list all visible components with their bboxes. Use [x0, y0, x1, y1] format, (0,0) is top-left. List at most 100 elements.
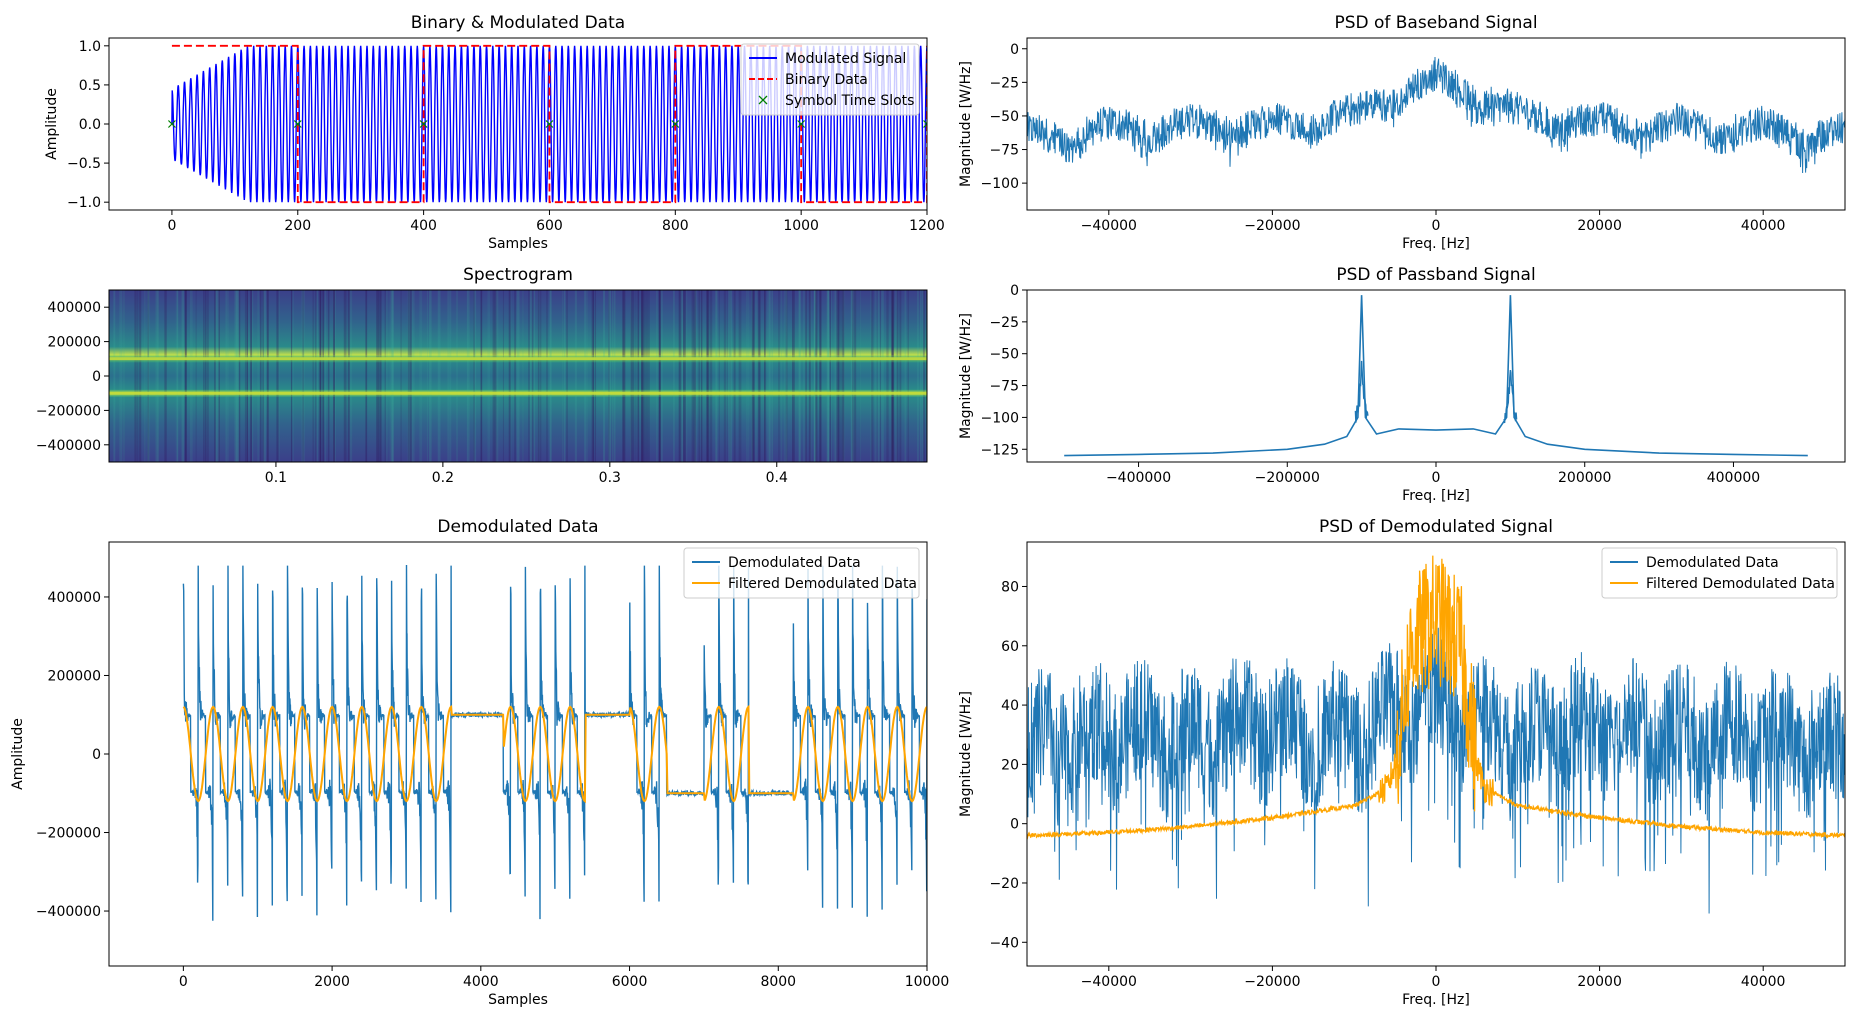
binary-modulated-ytick-label: −1.0 [67, 195, 101, 211]
binary-modulated-legend-label: Modulated Signal [785, 51, 906, 67]
spectrogram-title: Spectrogram [463, 265, 573, 285]
spectrogram-stripe [622, 290, 626, 462]
psd-demodulated-ytick-label: −40 [989, 935, 1019, 951]
spectrogram-stripe [859, 290, 861, 462]
spectrogram-stripe [694, 290, 697, 462]
spectrogram-stripe [218, 290, 220, 462]
spectrogram-stripe [647, 290, 650, 462]
spectrogram-stripe [195, 290, 197, 462]
spectrogram-stripe [302, 290, 304, 462]
psd-passband-ytick-label: −100 [981, 410, 1019, 426]
spectrogram-stripe [427, 290, 429, 462]
binary-modulated-ytick-label: −0.5 [67, 156, 101, 172]
spectrogram-stripe [327, 290, 330, 462]
psd-passband-xtick-label: 400000 [1707, 470, 1760, 486]
demodulated-ylabel: Amplitude [10, 718, 26, 790]
psd-baseband-xtick-label: −20000 [1244, 218, 1300, 234]
spectrogram-stripe [656, 290, 658, 462]
spectrogram-stripe [215, 290, 218, 462]
spectrogram-stripe [531, 290, 534, 462]
spectrogram-stripe [226, 290, 229, 462]
psd-demodulated-ytick-label: 40 [1001, 698, 1019, 714]
spectrogram-stripe [612, 290, 614, 462]
spectrogram-stripe [672, 290, 675, 462]
spectrogram-stripe [879, 290, 881, 462]
spectrogram-stripe [113, 290, 116, 462]
spectrogram-stripe [566, 290, 568, 462]
demodulated-title: Demodulated Data [437, 517, 598, 537]
spectrogram-stripe [290, 290, 293, 462]
psd-demodulated-ytick-label: 20 [1001, 757, 1019, 773]
spectrogram-stripe [466, 290, 468, 462]
spectrogram-stripe [726, 290, 728, 462]
spectrogram-stripe [437, 290, 441, 462]
psd-passband-xtick-label: 0 [1432, 470, 1441, 486]
spectrogram-stripe [810, 290, 812, 462]
spectrogram-stripe [584, 290, 587, 462]
spectrogram-stripe [134, 290, 137, 462]
spectrogram-stripe [562, 290, 563, 462]
binary-modulated-xtick-label: 1000 [783, 218, 819, 234]
spectrogram-stripe [829, 290, 831, 462]
demodulated-ytick-label: 400000 [48, 590, 101, 606]
spectrogram-stripe [751, 290, 753, 462]
spectrogram-stripe [691, 290, 694, 462]
spectrogram-stripe [700, 290, 703, 462]
spectrogram-stripe [802, 290, 805, 462]
spectrogram-stripe [400, 290, 402, 462]
spectrogram-stripe [316, 290, 318, 462]
spectrogram-stripe [805, 290, 807, 462]
psd-passband-ytick-label: −25 [989, 315, 1019, 331]
psd-demodulated-ytick-label: 0 [1010, 817, 1019, 833]
psd-baseband-xtick-label: 40000 [1741, 218, 1786, 234]
binary-modulated-ytick-label: 1.0 [79, 39, 101, 55]
binary-modulated-legend: Modulated Signal Binary Data Symbol Time S… [740, 43, 920, 116]
spectrogram-stripe [641, 290, 643, 462]
spectrogram-stripe [920, 290, 922, 462]
psd-baseband-xtick-label: −40000 [1081, 218, 1137, 234]
psd-demodulated-xtick-label: −40000 [1081, 974, 1137, 990]
spectrogram-stripe [637, 290, 640, 462]
spectrogram-stripe [549, 290, 552, 462]
spectrogram-stripe [643, 290, 646, 462]
spectrogram-stripe [407, 290, 411, 462]
spectrogram-stripe [449, 290, 452, 462]
spectrogram-stripe [122, 290, 125, 462]
psd-passband-title: PSD of Passband Signal [1336, 265, 1535, 285]
spectrogram-stripe [391, 290, 394, 462]
spectrogram-stripe [447, 290, 450, 462]
psd-passband-ylabel: Magnitude [W/Hz] [958, 313, 974, 439]
spectrogram-stripe [827, 290, 830, 462]
spectrogram-stripe [729, 290, 731, 462]
spectrogram-stripe [533, 290, 536, 462]
spectrogram-stripe [723, 290, 726, 462]
spectrogram-stripe [733, 290, 736, 462]
spectrogram-stripe [767, 290, 770, 462]
spectrogram-stripe [263, 290, 266, 462]
spectrogram-stripe [899, 290, 902, 462]
psd-baseband-title: PSD of Baseband Signal [1334, 13, 1537, 33]
spectrogram-stripe [877, 290, 880, 462]
psd-passband-xtick-label: −200000 [1255, 470, 1320, 486]
spectrogram-stripe [257, 290, 259, 462]
spectrogram-stripe [144, 290, 146, 462]
demodulated-ytick-label: 0 [92, 747, 101, 763]
spectrogram-stripe [522, 290, 524, 462]
demodulated-xtick-label: 6000 [612, 974, 648, 990]
spectrogram-stripe [778, 290, 780, 462]
spectrogram-ytick-label: −200000 [36, 403, 101, 419]
binary-modulated-xtick-label: 0 [167, 218, 176, 234]
spectrogram-stripe [120, 290, 123, 462]
psd-passband-ytick-label: −75 [989, 379, 1019, 395]
spectrogram-stripe [492, 290, 496, 462]
spectrogram-stripe [836, 290, 840, 462]
spectrogram-stripe [385, 290, 388, 462]
figure: Binary & Modulated Data0 200 400 600 800 1000… [0, 0, 1857, 1023]
binary-modulated-xtick-label: 1200 [909, 218, 945, 234]
spectrogram-stripe [324, 290, 326, 462]
spectrogram-stripe [757, 290, 760, 462]
spectrogram-stripe [746, 290, 748, 462]
spectrogram-stripe [772, 290, 774, 462]
spectrogram-stripe [175, 290, 179, 462]
psd-passband-xlabel: Freq. [Hz] [1402, 488, 1470, 504]
